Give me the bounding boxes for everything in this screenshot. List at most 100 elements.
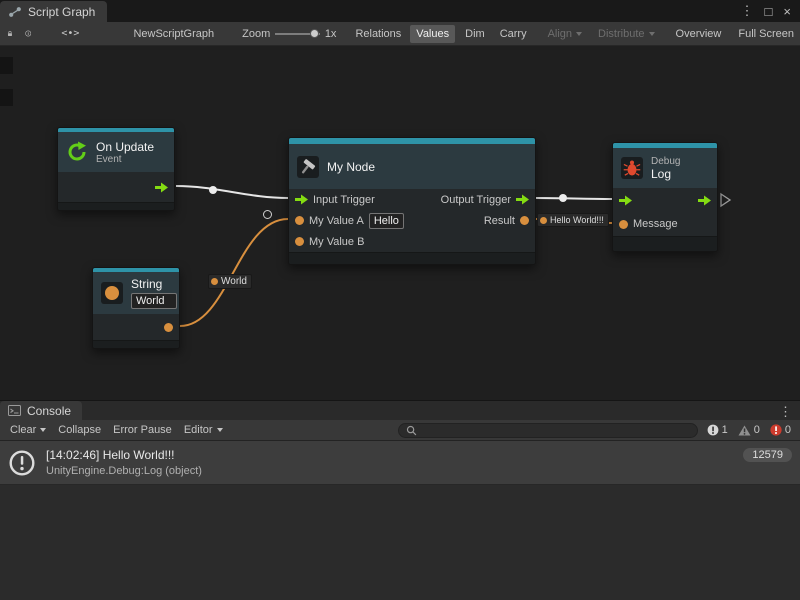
node-string[interactable]: String World	[92, 267, 180, 349]
node-header[interactable]: On Update Event	[58, 132, 174, 172]
value-input-port[interactable]	[619, 220, 628, 229]
console-panel: Console ⋮ Clear Collapse Error Pause Edi…	[0, 400, 800, 600]
node-my-node[interactable]: My Node Input Trigger Output Trigger	[288, 137, 536, 265]
search-icon	[406, 425, 417, 436]
editor-dropdown[interactable]: Editor	[178, 422, 229, 438]
tab-script-graph[interactable]: Script Graph	[0, 1, 107, 22]
window-controls: ⋮ □ ×	[741, 0, 800, 22]
log-stacktrace: UnityEngine.Debug:Log (object)	[46, 465, 202, 477]
zoom-slider-knob[interactable]	[310, 29, 319, 38]
hammer-icon	[297, 156, 319, 178]
log-message: [14:02:46] Hello World!!!	[46, 448, 202, 462]
wire-string-to-valuea[interactable]	[180, 219, 288, 326]
trigger-output-port[interactable]	[516, 194, 529, 205]
node-header[interactable]: Debug Log	[613, 148, 717, 188]
info-icon[interactable]	[25, 27, 31, 40]
relations-button[interactable]: Relations	[349, 25, 407, 43]
unconnected-value-port[interactable]	[263, 210, 272, 219]
warning-count-toggle[interactable]: 0	[733, 423, 765, 437]
graph-name: NewScriptGraph	[133, 28, 214, 40]
node-title: My Node	[327, 160, 375, 174]
flow-dot-icon	[211, 278, 218, 285]
flow-dot-icon	[540, 217, 547, 224]
node-subtitle: Event	[96, 154, 154, 165]
search-input[interactable]	[421, 424, 690, 436]
trigger-output-port[interactable]	[155, 182, 168, 193]
node-footer	[58, 202, 174, 211]
node-body	[93, 314, 179, 340]
string-output-port[interactable]	[164, 323, 173, 332]
info-log-icon	[707, 424, 719, 436]
collapse-button[interactable]: Collapse	[52, 422, 107, 438]
console-search[interactable]	[398, 423, 698, 438]
tab-title: Script Graph	[28, 5, 95, 19]
values-button[interactable]: Values	[410, 25, 455, 43]
console-menu-icon[interactable]: ⋮	[779, 404, 800, 420]
node-footer	[613, 236, 717, 252]
unconnected-trigger-arrow-icon[interactable]	[721, 194, 730, 206]
error-count-toggle[interactable]: 0	[765, 423, 796, 437]
console-log-list[interactable]: [14:02:46] Hello World!!! UnityEngine.De…	[0, 441, 800, 600]
trigger-input-port[interactable]	[295, 194, 308, 205]
value-input-port[interactable]	[295, 216, 304, 225]
warning-icon	[738, 425, 751, 436]
dim-button[interactable]: Dim	[459, 25, 491, 43]
node-title: String	[131, 277, 177, 291]
value-a-field[interactable]: Hello	[369, 213, 404, 229]
wire-value-label-hello-world: Hello World!!!	[537, 213, 609, 227]
wire-onupdate-to-mynode[interactable]	[176, 186, 288, 198]
log-info-icon	[8, 449, 36, 477]
error-pause-button[interactable]: Error Pause	[107, 422, 178, 438]
node-title: Log	[651, 167, 680, 181]
node-category: Debug	[651, 156, 680, 167]
console-tab-bar: Console ⋮	[0, 400, 800, 420]
edit-source-icon[interactable]: <•>	[55, 25, 85, 42]
graph-toolbar: <•> NewScriptGraph Zoom 1x Relations Val…	[0, 22, 800, 46]
value-output-port[interactable]	[520, 216, 529, 225]
zoom-value: 1x	[325, 28, 337, 40]
node-title: On Update	[96, 140, 154, 154]
carry-button[interactable]: Carry	[494, 25, 533, 43]
zoom-slider[interactable]	[275, 33, 320, 35]
wire-mynode-to-debug[interactable]	[536, 198, 612, 199]
on-update-loop-icon	[66, 141, 88, 163]
overview-button[interactable]: Overview	[670, 25, 728, 43]
trigger-output-port[interactable]	[698, 195, 711, 206]
zoom-label: Zoom	[242, 28, 270, 40]
log-entry[interactable]: [14:02:46] Hello World!!! UnityEngine.De…	[0, 441, 800, 485]
clear-button[interactable]: Clear	[4, 422, 52, 438]
error-icon	[770, 424, 782, 436]
port-label: Input Trigger	[313, 194, 375, 206]
wire-flow-dot	[559, 194, 567, 202]
lock-icon[interactable]	[7, 27, 13, 40]
log-entry-text: [14:02:46] Hello World!!! UnityEngine.De…	[46, 448, 202, 477]
node-header[interactable]: My Node	[289, 144, 535, 189]
node-body	[58, 172, 174, 202]
maximize-icon[interactable]: □	[765, 4, 773, 19]
node-debug-log[interactable]: Debug Log Message	[612, 142, 718, 252]
tab-console[interactable]: Console	[0, 401, 82, 420]
string-value-field[interactable]: World	[131, 293, 177, 309]
port-label: Message	[633, 218, 678, 230]
node-header[interactable]: String World	[93, 272, 179, 314]
console-icon	[8, 405, 21, 416]
trigger-input-port[interactable]	[619, 195, 632, 206]
graph-canvas[interactable]: On Update Event	[0, 46, 800, 400]
align-button[interactable]: Align	[542, 25, 588, 43]
caret-down-icon	[40, 428, 46, 432]
port-label: Result	[484, 215, 515, 227]
node-on-update[interactable]: On Update Event	[57, 127, 175, 211]
distribute-button[interactable]: Distribute	[592, 25, 660, 43]
node-body: Input Trigger Output Trigger My Value A …	[289, 189, 535, 252]
fullscreen-button[interactable]: Full Screen	[732, 25, 800, 43]
caret-down-icon	[217, 428, 223, 432]
info-count-toggle[interactable]: 1	[702, 423, 733, 437]
port-label: My Value A	[309, 215, 364, 227]
bug-icon	[621, 157, 643, 179]
node-body: Message	[613, 188, 717, 236]
close-icon[interactable]: ×	[783, 4, 791, 19]
script-graph-icon	[8, 6, 22, 18]
node-footer	[93, 340, 179, 349]
window-menu-icon[interactable]: ⋮	[741, 3, 754, 19]
value-input-port[interactable]	[295, 237, 304, 246]
